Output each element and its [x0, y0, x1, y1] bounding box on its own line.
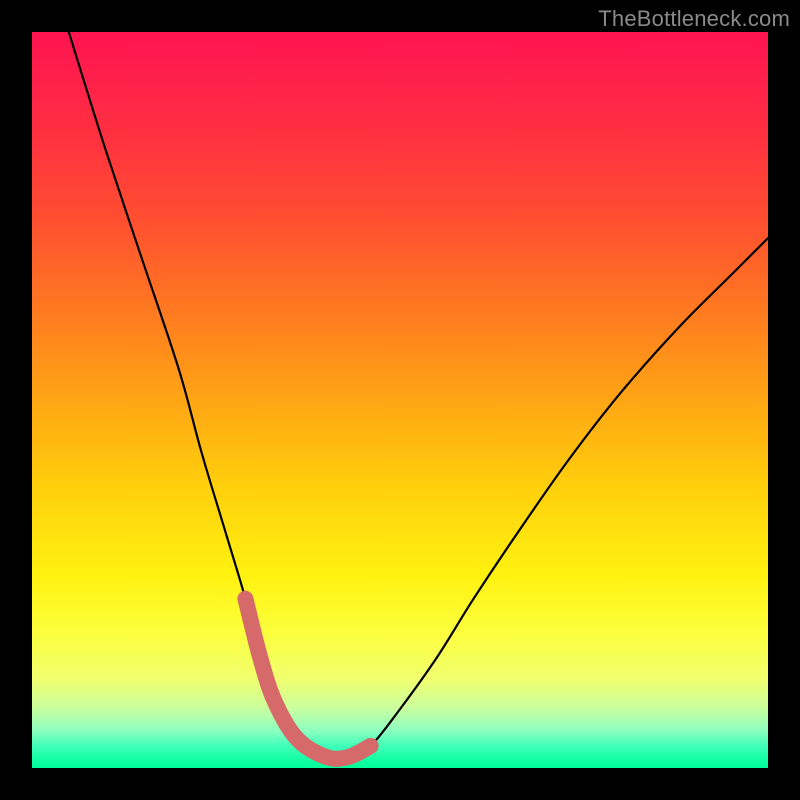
chart-stage: TheBottleneck.com — [0, 0, 800, 800]
plot-area — [32, 32, 768, 768]
curve-svg — [32, 32, 768, 768]
optimal-range-highlight — [245, 599, 370, 759]
bottleneck-curve — [69, 32, 768, 759]
watermark-text: TheBottleneck.com — [598, 6, 790, 32]
